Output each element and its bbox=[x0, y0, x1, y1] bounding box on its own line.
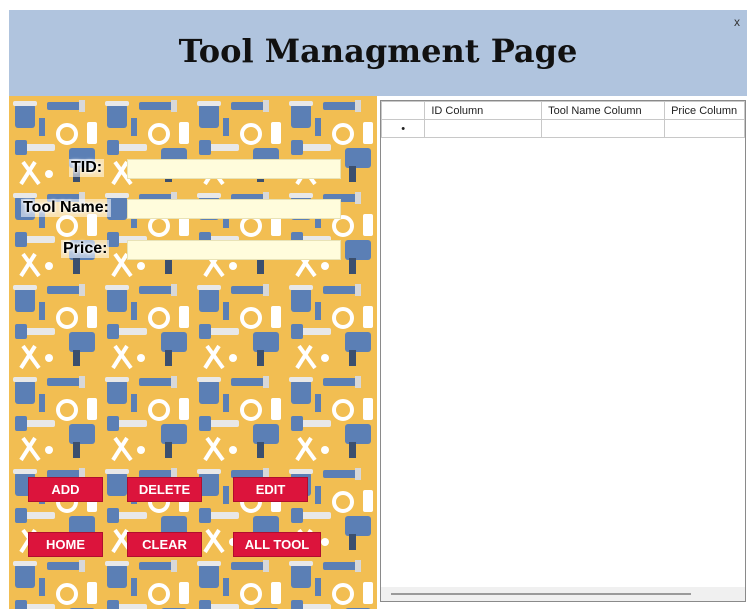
new-row[interactable]: • bbox=[381, 119, 745, 138]
delete-button[interactable]: DELETE bbox=[127, 477, 202, 502]
grid-header-row: ID Column Tool Name Column Price Column bbox=[381, 101, 745, 120]
close-icon[interactable]: x bbox=[734, 15, 740, 29]
clear-button[interactable]: CLEAR bbox=[127, 532, 202, 557]
tid-label: TID: bbox=[69, 159, 105, 177]
column-header-id[interactable]: ID Column bbox=[424, 101, 543, 120]
new-row-marker[interactable]: • bbox=[381, 119, 426, 138]
new-row-tool-name-cell[interactable] bbox=[541, 119, 666, 138]
page-title: Tool Managment Page bbox=[178, 32, 578, 70]
new-row-id-cell[interactable] bbox=[424, 119, 543, 138]
scrollbar-thumb[interactable] bbox=[391, 593, 691, 595]
column-header-price[interactable]: Price Column bbox=[664, 101, 745, 120]
edit-button[interactable]: EDIT bbox=[233, 477, 308, 502]
tools-data-grid[interactable]: ID Column Tool Name Column Price Column … bbox=[380, 100, 746, 602]
tid-input[interactable] bbox=[127, 159, 341, 179]
tools-table: ID Column Tool Name Column Price Column … bbox=[381, 101, 745, 138]
price-input[interactable] bbox=[127, 240, 341, 260]
title-bar: Tool Managment Page x bbox=[9, 10, 747, 96]
new-row-price-cell[interactable] bbox=[664, 119, 745, 138]
tools-grid-panel: ID Column Tool Name Column Price Column … bbox=[380, 96, 747, 609]
tool-name-label: Tool Name: bbox=[21, 199, 111, 217]
tool-name-input[interactable] bbox=[127, 199, 341, 219]
tool-management-window: Tool Managment Page x TID: Tool Name: Pr… bbox=[9, 10, 747, 609]
price-label: Price: bbox=[61, 240, 110, 258]
add-button[interactable]: ADD bbox=[28, 477, 103, 502]
row-header-corner[interactable] bbox=[381, 101, 426, 120]
home-button[interactable]: HOME bbox=[28, 532, 103, 557]
all-tool-button[interactable]: ALL TOOL bbox=[233, 532, 321, 557]
column-header-tool-name[interactable]: Tool Name Column bbox=[541, 101, 666, 120]
tools-pattern-panel: TID: Tool Name: Price: ADD DELETE EDIT H… bbox=[9, 96, 377, 609]
horizontal-scrollbar[interactable] bbox=[381, 587, 745, 601]
